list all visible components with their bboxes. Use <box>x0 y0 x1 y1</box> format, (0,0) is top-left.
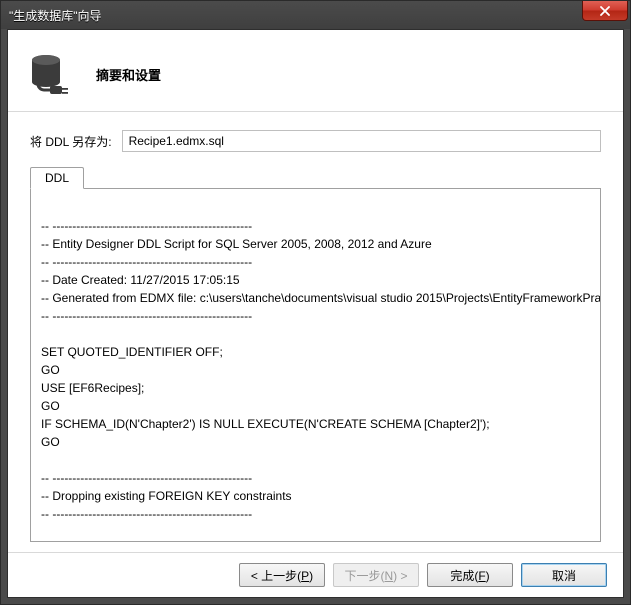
back-button-suffix: ) <box>309 569 313 583</box>
wizard-window: "生成数据库"向导 摘要和设置 <box>0 0 631 605</box>
database-plug-icon <box>28 52 72 98</box>
next-button-prefix: 下一步( <box>344 569 384 583</box>
ddl-text[interactable] <box>31 189 600 541</box>
close-icon <box>599 6 611 16</box>
save-as-input[interactable] <box>122 130 601 152</box>
next-button: 下一步(N) > <box>333 563 419 587</box>
finish-button-key: F <box>478 569 485 583</box>
wizard-header-title: 摘要和设置 <box>96 65 161 84</box>
finish-button-prefix: 完成( <box>450 569 478 583</box>
save-as-label: 将 DDL 另存为: <box>30 133 112 150</box>
save-as-row: 将 DDL 另存为: <box>30 130 601 152</box>
back-button-prefix: < 上一步( <box>251 569 301 583</box>
close-button[interactable] <box>582 1 628 21</box>
finish-button-suffix: ) <box>486 569 490 583</box>
tabstrip: DDL <box>30 166 601 189</box>
back-button-key: P <box>301 569 309 583</box>
client-area: 摘要和设置 将 DDL 另存为: DDL < 上一步(P) 下一步(N) > 完… <box>7 29 624 598</box>
wizard-content: 将 DDL 另存为: DDL <box>8 112 623 552</box>
wizard-header: 摘要和设置 <box>8 30 623 112</box>
next-button-key: N <box>384 569 393 583</box>
tab-ddl[interactable]: DDL <box>30 167 84 189</box>
wizard-footer: < 上一步(P) 下一步(N) > 完成(F) 取消 <box>8 552 623 597</box>
ddl-panel <box>30 189 601 542</box>
next-button-suffix: ) > <box>393 569 407 583</box>
finish-button[interactable]: 完成(F) <box>427 563 513 587</box>
cancel-button[interactable]: 取消 <box>521 563 607 587</box>
titlebar[interactable]: "生成数据库"向导 <box>1 1 630 29</box>
back-button[interactable]: < 上一步(P) <box>239 563 325 587</box>
window-title: "生成数据库"向导 <box>9 7 102 24</box>
